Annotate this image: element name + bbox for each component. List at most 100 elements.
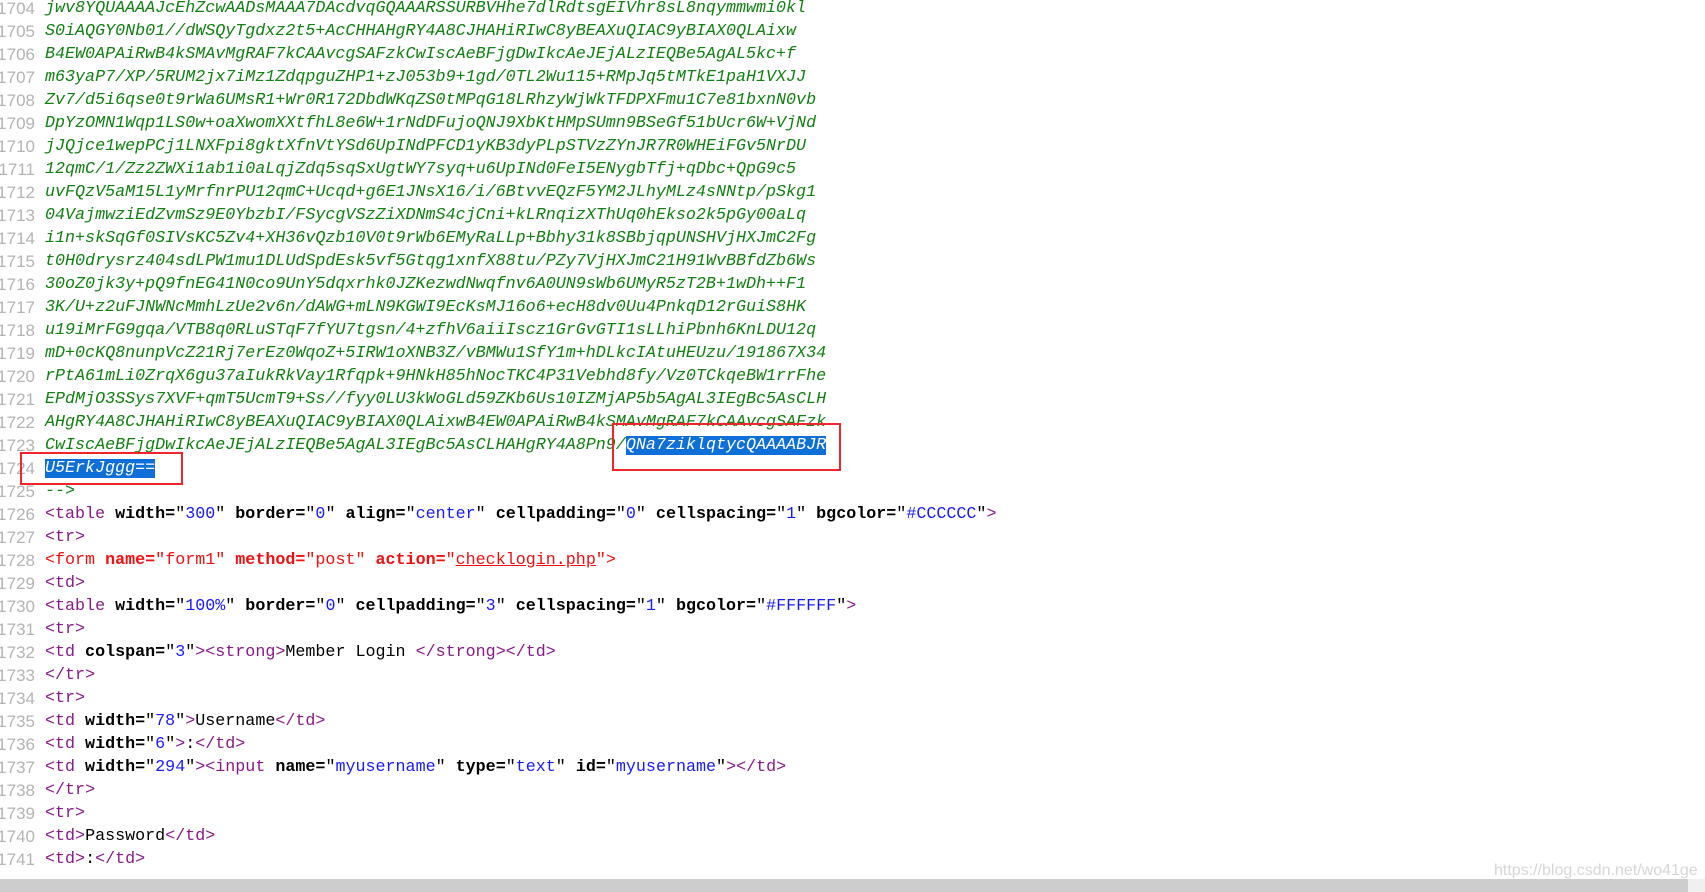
code-line[interactable]: 1708 Zv7/d5i6qse0t9rWa6UMsR1+Wr0R172DbdWK… — [0, 89, 1705, 112]
line-number: 1710 — [0, 137, 35, 156]
code-line[interactable]: 1733 </tr> — [0, 664, 1705, 687]
tag-token: > — [75, 689, 86, 708]
code-line[interactable]: 1705 S0iAQGY0Nb01//dWSQyTgdxz2t5+AcCHHAHg… — [0, 20, 1705, 43]
quote: " — [756, 597, 767, 616]
attribute-value: 100% — [185, 597, 226, 616]
line-code: Zv7/d5i6qse0t9rWa6UMsR1+Wr0R172DbdWKqZS0… — [45, 89, 816, 112]
code-line[interactable]: 1739 <tr> — [0, 802, 1705, 825]
code-line[interactable]: 1729 <td> — [0, 572, 1705, 595]
code-line[interactable]: 1740 <td>Password</td> — [0, 825, 1705, 848]
attribute-value: 3 — [175, 643, 186, 662]
code-line[interactable]: 1706 B4EW0APAiRwB4kSMAvMgRAF7kCAAvcgSAFzk… — [0, 43, 1705, 66]
tag-token: <tr — [45, 804, 76, 823]
code-line[interactable]: 1713 04VajmwziEdZvmSz9E0YbzbI/FSycgVSzZiX… — [0, 204, 1705, 227]
line-code: <td>:</td> — [45, 848, 145, 871]
attribute-value: 1 — [786, 505, 797, 524]
attribute-value: post — [315, 551, 356, 570]
code-line[interactable]: 1710 jJQjce1wepPCj1LNXFpi8gktXfnVtYSd6UpI… — [0, 135, 1705, 158]
attribute-value: 78 — [155, 712, 176, 731]
quote: " — [505, 758, 516, 777]
code-line[interactable]: 1707 m63yaP7/XP/5RUM2jx7iMz1ZdqpguZHP1+zJ… — [0, 66, 1705, 89]
quote: " — [475, 505, 486, 524]
code-line[interactable]: 1730 <table width="100%" border="0" cellp… — [0, 595, 1705, 618]
code-line[interactable]: 1716 30oZ0jk3y+pQ9fnEG41N0co9UnY5dqxrhk0J… — [0, 273, 1705, 296]
attribute-value: 3 — [485, 597, 496, 616]
code-line[interactable]: 1711 12qmC/1/Zz2ZWXi1ab1i0aLqjZdq5sqSxUgt… — [0, 158, 1705, 181]
attribute-name: width= — [105, 597, 176, 616]
line-code: U5ErkJggg== — [45, 457, 156, 480]
code-line[interactable]: 1741 <td>:</td> — [0, 848, 1705, 871]
base64-text: 04VajmwziEdZvmSz9E0YbzbI/FSycgVSzZiXDNmS… — [45, 206, 807, 225]
code-line[interactable]: 1735 <td width="78">Username</td> — [0, 710, 1705, 733]
attribute-name: width= — [75, 758, 146, 777]
tag-token: > — [275, 643, 286, 662]
code-line[interactable]: 1723 CwIscAeBFjgDwIkcAeJEjALzIEQBe5AgAL3I… — [0, 434, 1705, 457]
base64-text: uvFQzV5aM15L1yMrfnrPU12qmC+Ucqd+g6E1JNsX… — [45, 183, 817, 202]
code-line[interactable]: 1725 --> — [0, 480, 1705, 503]
selected-text: QNa7ziklqtycQAAAABJR — [625, 436, 827, 455]
tag-token: > — [195, 758, 206, 777]
tag-token: > — [495, 643, 506, 662]
code-line[interactable]: 1734 <tr> — [0, 687, 1705, 710]
line-number: 1728 — [0, 551, 35, 570]
tag-token: <table — [45, 597, 106, 616]
line-number: 1721 — [0, 390, 35, 409]
line-number: 1711 — [0, 160, 35, 179]
code-line[interactable]: 1727 <tr> — [0, 526, 1705, 549]
quote: " — [305, 551, 316, 570]
code-line[interactable]: 1726 <table width="300" border="0" align=… — [0, 503, 1705, 526]
quote: " — [175, 505, 186, 524]
attribute-value: 0 — [315, 505, 326, 524]
tag-token: </td — [505, 643, 546, 662]
code-line[interactable]: 1732 <td colspan="3"><strong>Member Login… — [0, 641, 1705, 664]
code-line[interactable]: 1719 mD+0cKQ8nunpVcZ21Rj7erEz0WqoZ+5IRW1o… — [0, 342, 1705, 365]
code-line[interactable]: 1715 t0H0drysrz404sdLPW1mu1DLUdSpdEsk5vf5… — [0, 250, 1705, 273]
line-code: <td width="78">Username</td> — [45, 710, 325, 733]
code-line[interactable]: 1720 rPtA61mLi0ZrqX6gu37aIukRkVay1Rfqpk+9… — [0, 365, 1705, 388]
code-line[interactable]: 1736 <td width="6">:</td> — [0, 733, 1705, 756]
attribute-name: type= — [445, 758, 506, 777]
code-line[interactable]: 1737 <td width="294"><input name="myusern… — [0, 756, 1705, 779]
code-line[interactable]: 1722 AHgRY4A8CJHAHiRIwC8yBEAXuQIAC9yBIAX0… — [0, 411, 1705, 434]
attribute-name: bgcolor= — [806, 505, 897, 524]
quote: " — [175, 597, 186, 616]
line-number: 1715 — [0, 252, 35, 271]
line-code: i1n+skSqGf0SIVsKC5Zv4+XH36vQzb10V0t9rWb6… — [45, 227, 816, 250]
tag-token: <input — [205, 758, 266, 777]
line-code: <tr> — [45, 687, 85, 710]
code-line[interactable]: 1712 uvFQzV5aM15L1yMrfnrPU12qmC+Ucqd+g6E1… — [0, 181, 1705, 204]
tag-token: <tr — [45, 528, 76, 547]
code-line[interactable]: 1731 <tr> — [0, 618, 1705, 641]
code-line[interactable]: 1714 i1n+skSqGf0SIVsKC5Zv4+XH36vQzb10V0t9… — [0, 227, 1705, 250]
line-code: <table width="100%" border="0" cellpaddi… — [45, 595, 856, 618]
quote: " — [435, 758, 446, 777]
code-editor[interactable]: 1704 jwv8YQUAAAAJcEhZcwAADsMAAA7DAcdvqGQA… — [0, 0, 1705, 871]
line-number: 1712 — [0, 183, 35, 202]
code-line[interactable]: 1717 3K/U+z2uFJNWNcMmhLzUe2v6n/dAWG+mLN9K… — [0, 296, 1705, 319]
attribute-name: width= — [105, 505, 176, 524]
code-line[interactable]: 1704 jwv8YQUAAAAJcEhZcwAADsMAAA7DAcdvqGQA… — [0, 0, 1705, 20]
tag-token: > — [545, 643, 556, 662]
line-number: 1741 — [0, 850, 35, 869]
code-line[interactable]: 1709 DpYzOMN1Wqp1LS0w+oaXwomXXtfhL8e6W+1r… — [0, 112, 1705, 135]
quote: " — [215, 551, 226, 570]
quote: " — [335, 597, 346, 616]
tag-token: <td — [45, 827, 76, 846]
line-code: --> — [45, 480, 75, 503]
code-line[interactable]: 1721 EPdMjO3SSys7XVF+qmT5UcmT9+Ss//fyy0LU… — [0, 388, 1705, 411]
base64-text: --> — [45, 482, 76, 501]
code-line[interactable]: 1718 u19iMrFG9gqa/VTB8q0RLuSTqF7fYU7tgsn/… — [0, 319, 1705, 342]
text-content: : — [85, 850, 96, 869]
attribute-name: width= — [75, 735, 146, 754]
line-number: 1718 — [0, 321, 35, 340]
code-line[interactable]: 1728 <form name="form1" method="post" act… — [0, 549, 1705, 572]
line-number: 1706 — [0, 45, 35, 64]
code-line[interactable]: 1724 U5ErkJggg== — [0, 457, 1705, 480]
tag-token: > — [776, 758, 787, 777]
code-line[interactable]: 1738 </tr> — [0, 779, 1705, 802]
quote: " — [325, 758, 336, 777]
quote: " — [635, 505, 646, 524]
horizontal-scrollbar[interactable] — [0, 879, 1688, 892]
attribute-value: 0 — [325, 597, 336, 616]
line-number: 1733 — [0, 666, 35, 685]
